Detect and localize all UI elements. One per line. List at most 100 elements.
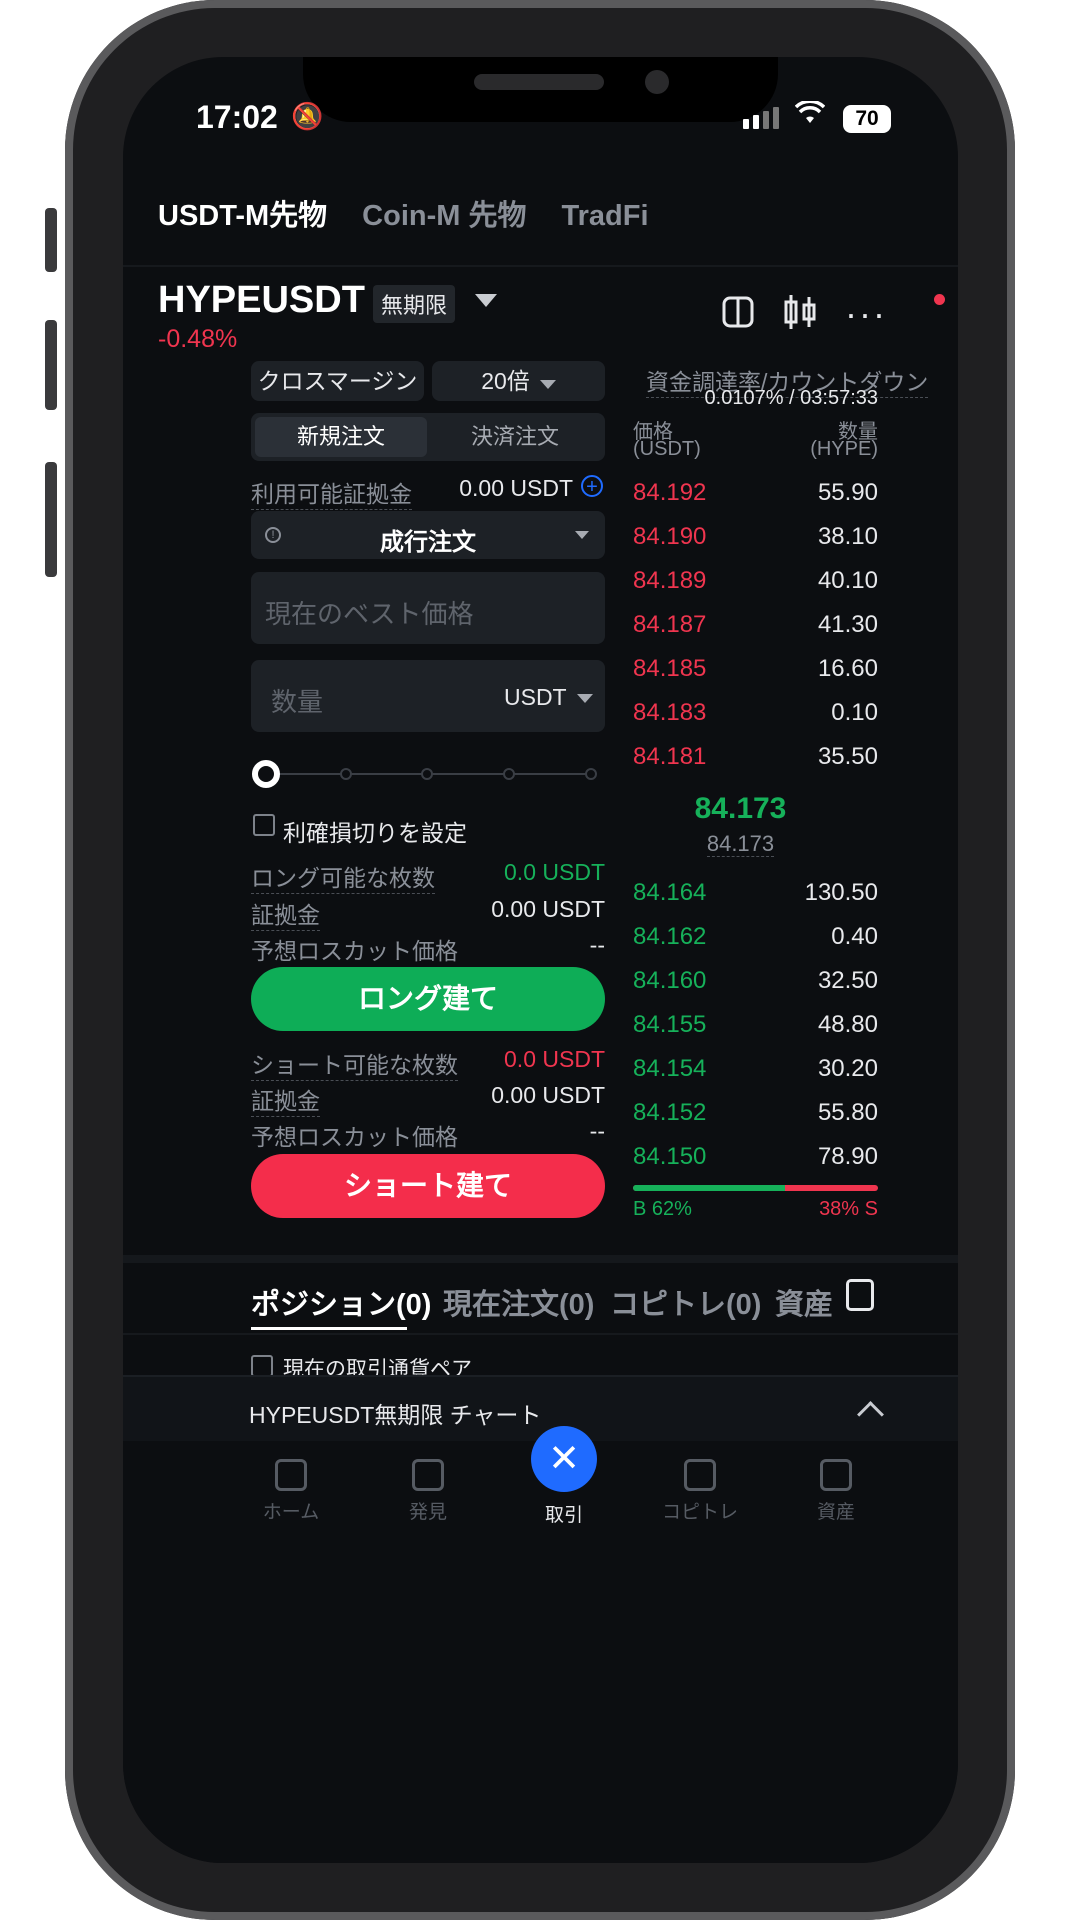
margin-mode-select[interactable]: クロスマージン [251, 361, 424, 430]
nav-assets[interactable]: 資産 [771, 1459, 901, 1524]
phone-mute-switch [45, 208, 57, 272]
bid-row[interactable]: 84.164 130.50 [633, 871, 878, 915]
tab-open-orders[interactable]: 現在注文(0) [443, 1281, 594, 1323]
last-price[interactable]: 84.173 [633, 792, 848, 826]
ask-row[interactable]: 84.185 16.60 [633, 647, 878, 691]
short-max-value: 0.0 USDT [504, 1046, 605, 1072]
wallet-icon [820, 1459, 852, 1491]
tab-coin-m[interactable]: Coin-M 先物 [362, 200, 526, 232]
add-funds-icon[interactable]: + [581, 475, 603, 497]
order-type-label: 成行注文 [380, 529, 476, 556]
nav-home[interactable]: ホーム [226, 1459, 356, 1524]
order-type-select[interactable]: ! 成行注文 [251, 511, 605, 559]
order-mode-tabs: 新規注文 決済注文 [251, 413, 605, 461]
bid-price: 84.152 [633, 1099, 707, 1126]
ask-qty: 16.60 [817, 655, 878, 682]
long-max-value: 0.0 USDT [504, 859, 605, 885]
status-time: 17:02 [196, 99, 278, 135]
slider-tick-25[interactable] [340, 768, 352, 780]
notch [303, 57, 778, 122]
bid-qty: 32.50 [817, 967, 878, 994]
chevron-down-icon [576, 694, 593, 704]
buy-ratio-fill [633, 1185, 785, 1191]
battery-indicator: 70 [843, 105, 891, 133]
market-tabs: USDT-M先物 Coin-M 先物 TradFi [158, 192, 684, 234]
long-max-label: ロング可能な枚数 [251, 859, 435, 894]
ask-row[interactable]: 84.190 38.10 [633, 515, 878, 559]
ask-qty: 55.90 [817, 479, 878, 506]
bottom-nav: ホーム 発見 ✕ 取引 コピトレ 資産 [123, 1426, 958, 1863]
chart-line-icon [684, 1459, 716, 1491]
tab-assets[interactable]: 資産 [775, 1281, 833, 1323]
price-input[interactable]: 現在のベスト価格 [251, 572, 605, 644]
tab-new-order[interactable]: 新規注文 [255, 417, 427, 457]
bid-price: 84.154 [633, 1055, 707, 1082]
long-margin-label: 証拠金 [251, 896, 320, 931]
app-screen: 17:02 🔕 70 USDT-M先物 Coin-M 先物 TradFi HYPEU… [123, 57, 958, 1863]
nav-discover[interactable]: 発見 [363, 1459, 493, 1524]
bid-qty: 130.50 [804, 879, 878, 906]
mark-price: 84.173 [706, 831, 775, 857]
qty-unit: (HYPE) [810, 438, 878, 460]
tab-tradfi[interactable]: TradFi [561, 200, 648, 232]
bid-qty: 30.20 [817, 1055, 878, 1082]
ask-price: 84.192 [633, 479, 707, 506]
slider-handle[interactable] [252, 760, 280, 788]
bid-row[interactable]: 84.162 0.40 [633, 915, 878, 959]
bid-price: 84.150 [633, 1143, 707, 1170]
ask-row[interactable]: 84.192 55.90 [633, 471, 878, 515]
chart-drawer-title: HYPEUSDT無期限 チャート [249, 1402, 542, 1428]
notification-dot [934, 294, 945, 305]
bid-row[interactable]: 84.155 48.80 [633, 1003, 878, 1047]
open-long-button[interactable]: ロング建て [251, 967, 605, 1031]
bid-price: 84.162 [633, 923, 707, 950]
bid-qty: 78.90 [817, 1143, 878, 1170]
ask-price: 84.187 [633, 611, 707, 638]
ask-qty: 38.10 [817, 523, 878, 550]
quantity-unit-select[interactable]: USDT [504, 684, 593, 711]
quantity-placeholder: 数量 [271, 687, 324, 717]
price-placeholder: 現在のベスト価格 [265, 599, 474, 629]
quantity-input[interactable]: 数量 USDT [251, 660, 605, 732]
slider-tick-75[interactable] [503, 768, 515, 780]
ask-row[interactable]: 84.187 41.30 [633, 603, 878, 647]
pair-symbol[interactable]: HYPEUSDT [158, 279, 365, 322]
nav-copy-trade[interactable]: コピトレ [635, 1459, 765, 1524]
tab-usdt-m[interactable]: USDT-M先物 [158, 200, 327, 232]
bid-qty: 48.80 [817, 1011, 878, 1038]
ask-qty: 0.10 [831, 699, 878, 726]
bid-row[interactable]: 84.150 78.90 [633, 1135, 878, 1179]
tab-copy-trades[interactable]: コピトレ(0) [610, 1281, 761, 1323]
bid-price: 84.164 [633, 879, 707, 906]
ask-price: 84.183 [633, 699, 707, 726]
candlestick-chart-icon[interactable] [783, 293, 817, 336]
tab-positions[interactable]: ポジション(0) [251, 1281, 431, 1323]
bid-row[interactable]: 84.152 55.80 [633, 1091, 878, 1135]
open-short-button[interactable]: ショート建て [251, 1154, 605, 1218]
slider-tick-50[interactable] [421, 768, 433, 780]
bid-row[interactable]: 84.154 30.20 [633, 1047, 878, 1091]
slider-tick-100[interactable] [585, 768, 597, 780]
ask-price: 84.181 [633, 743, 707, 770]
ask-row[interactable]: 84.183 0.10 [633, 691, 878, 735]
layout-toggle-icon[interactable] [721, 295, 755, 334]
ask-row[interactable]: 84.189 40.10 [633, 559, 878, 603]
current-pair-checkbox[interactable] [251, 1355, 273, 1377]
tab-close-order[interactable]: 決済注文 [429, 417, 601, 457]
leverage-select[interactable]: 20倍 [432, 361, 605, 401]
sell-ratio: 38% S [819, 1198, 878, 1220]
available-margin-label: 利用可能証拠金 [251, 475, 412, 510]
tpsl-checkbox[interactable] [253, 814, 275, 836]
price-unit: (USDT) [633, 438, 701, 460]
ask-row[interactable]: 84.181 35.50 [633, 735, 878, 779]
divider [123, 265, 958, 267]
order-history-icon[interactable] [846, 1279, 874, 1311]
more-icon[interactable]: ··· [845, 293, 887, 335]
bell-mute-icon: 🔕 [291, 101, 324, 131]
pair-dropdown-icon[interactable] [475, 294, 497, 307]
ask-qty: 40.10 [817, 567, 878, 594]
ask-price: 84.190 [633, 523, 707, 550]
chevron-up-icon[interactable] [857, 1401, 884, 1428]
bid-row[interactable]: 84.160 32.50 [633, 959, 878, 1003]
nav-trade[interactable]: ✕ 取引 [499, 1426, 629, 1527]
